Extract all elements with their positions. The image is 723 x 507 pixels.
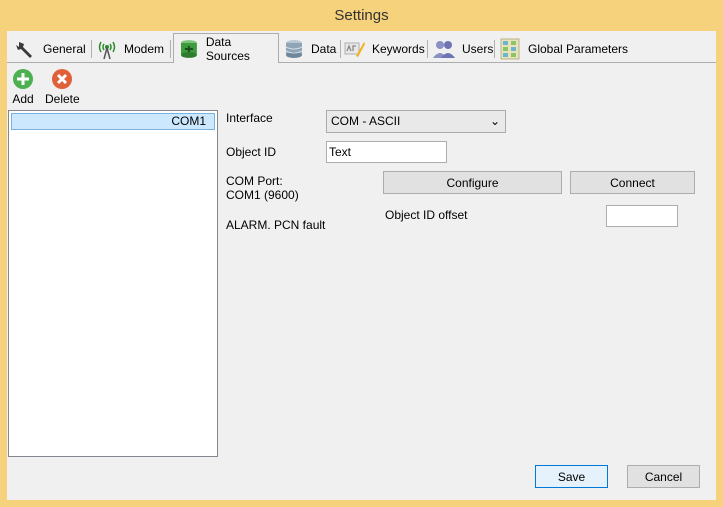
add-button[interactable]: Add [12, 68, 34, 106]
tab-keywords-label: Keywords [372, 42, 425, 56]
tab-separator [91, 40, 92, 58]
tab-data-sources-label: Data Sources [205, 34, 250, 63]
configure-button[interactable]: Configure [383, 171, 562, 194]
interface-select[interactable]: COM - ASCII ⌄ [326, 110, 506, 133]
interface-value: COM - ASCII [331, 114, 401, 128]
tab-modem-label: Modem [124, 42, 165, 56]
tab-general[interactable]: General [15, 36, 86, 62]
delete-button[interactable]: Delete [45, 68, 80, 106]
tab-separator [494, 40, 495, 58]
connect-button[interactable]: Connect [570, 171, 695, 194]
tab-data-label: Data [311, 42, 337, 56]
database-plug-icon [180, 39, 197, 58]
tab-strip-border [7, 62, 716, 63]
antenna-icon [98, 41, 116, 60]
tab-modem[interactable]: Modem [96, 36, 164, 62]
add-label: Add [12, 92, 34, 106]
delete-label: Delete [45, 92, 80, 106]
chevron-down-icon: ⌄ [489, 114, 500, 128]
tab-global-parameters-label: Global Parameters [528, 42, 629, 56]
interface-label: Interface [226, 111, 273, 125]
grid-icon [500, 38, 520, 60]
add-icon [13, 69, 33, 89]
list-item[interactable]: COM1 [11, 113, 215, 130]
object-id-input[interactable] [326, 141, 447, 163]
wrench-icon [16, 42, 32, 58]
data-sources-list[interactable]: COM1 [8, 110, 218, 457]
com-port-label: COM Port: [226, 174, 283, 188]
tab-users-label: Users [462, 42, 494, 56]
tab-separator [427, 40, 428, 58]
tab-strip: General Modem Data Sources Data Keywords… [7, 33, 716, 63]
tab-general-label: General [43, 42, 86, 56]
delete-icon [52, 69, 73, 89]
save-button[interactable]: Save [535, 465, 608, 488]
tab-keywords[interactable]: Keywords [344, 36, 425, 62]
tab-data-sources[interactable]: Data Sources [173, 33, 279, 63]
object-id-offset-input[interactable] [606, 205, 678, 227]
alarm-status-text: ALARM. PCN fault [226, 218, 326, 232]
settings-window: Settings General Modem Data Sources Data… [0, 0, 723, 507]
client-area: General Modem Data Sources Data Keywords… [7, 31, 716, 500]
tab-global-parameters[interactable]: Global Parameters [500, 36, 628, 62]
keywords-icon [344, 42, 365, 57]
database-icon [285, 40, 303, 58]
tab-separator [340, 40, 341, 58]
users-icon [433, 41, 455, 58]
object-id-offset-label: Object ID offset [385, 208, 468, 222]
window-title: Settings [334, 7, 389, 24]
tab-users[interactable]: Users [432, 36, 493, 62]
cancel-button[interactable]: Cancel [627, 465, 700, 488]
tab-separator [170, 40, 171, 58]
com-port-value: COM1 (9600) [226, 188, 299, 202]
object-id-label: Object ID [226, 145, 277, 159]
tab-data[interactable]: Data [283, 36, 336, 62]
